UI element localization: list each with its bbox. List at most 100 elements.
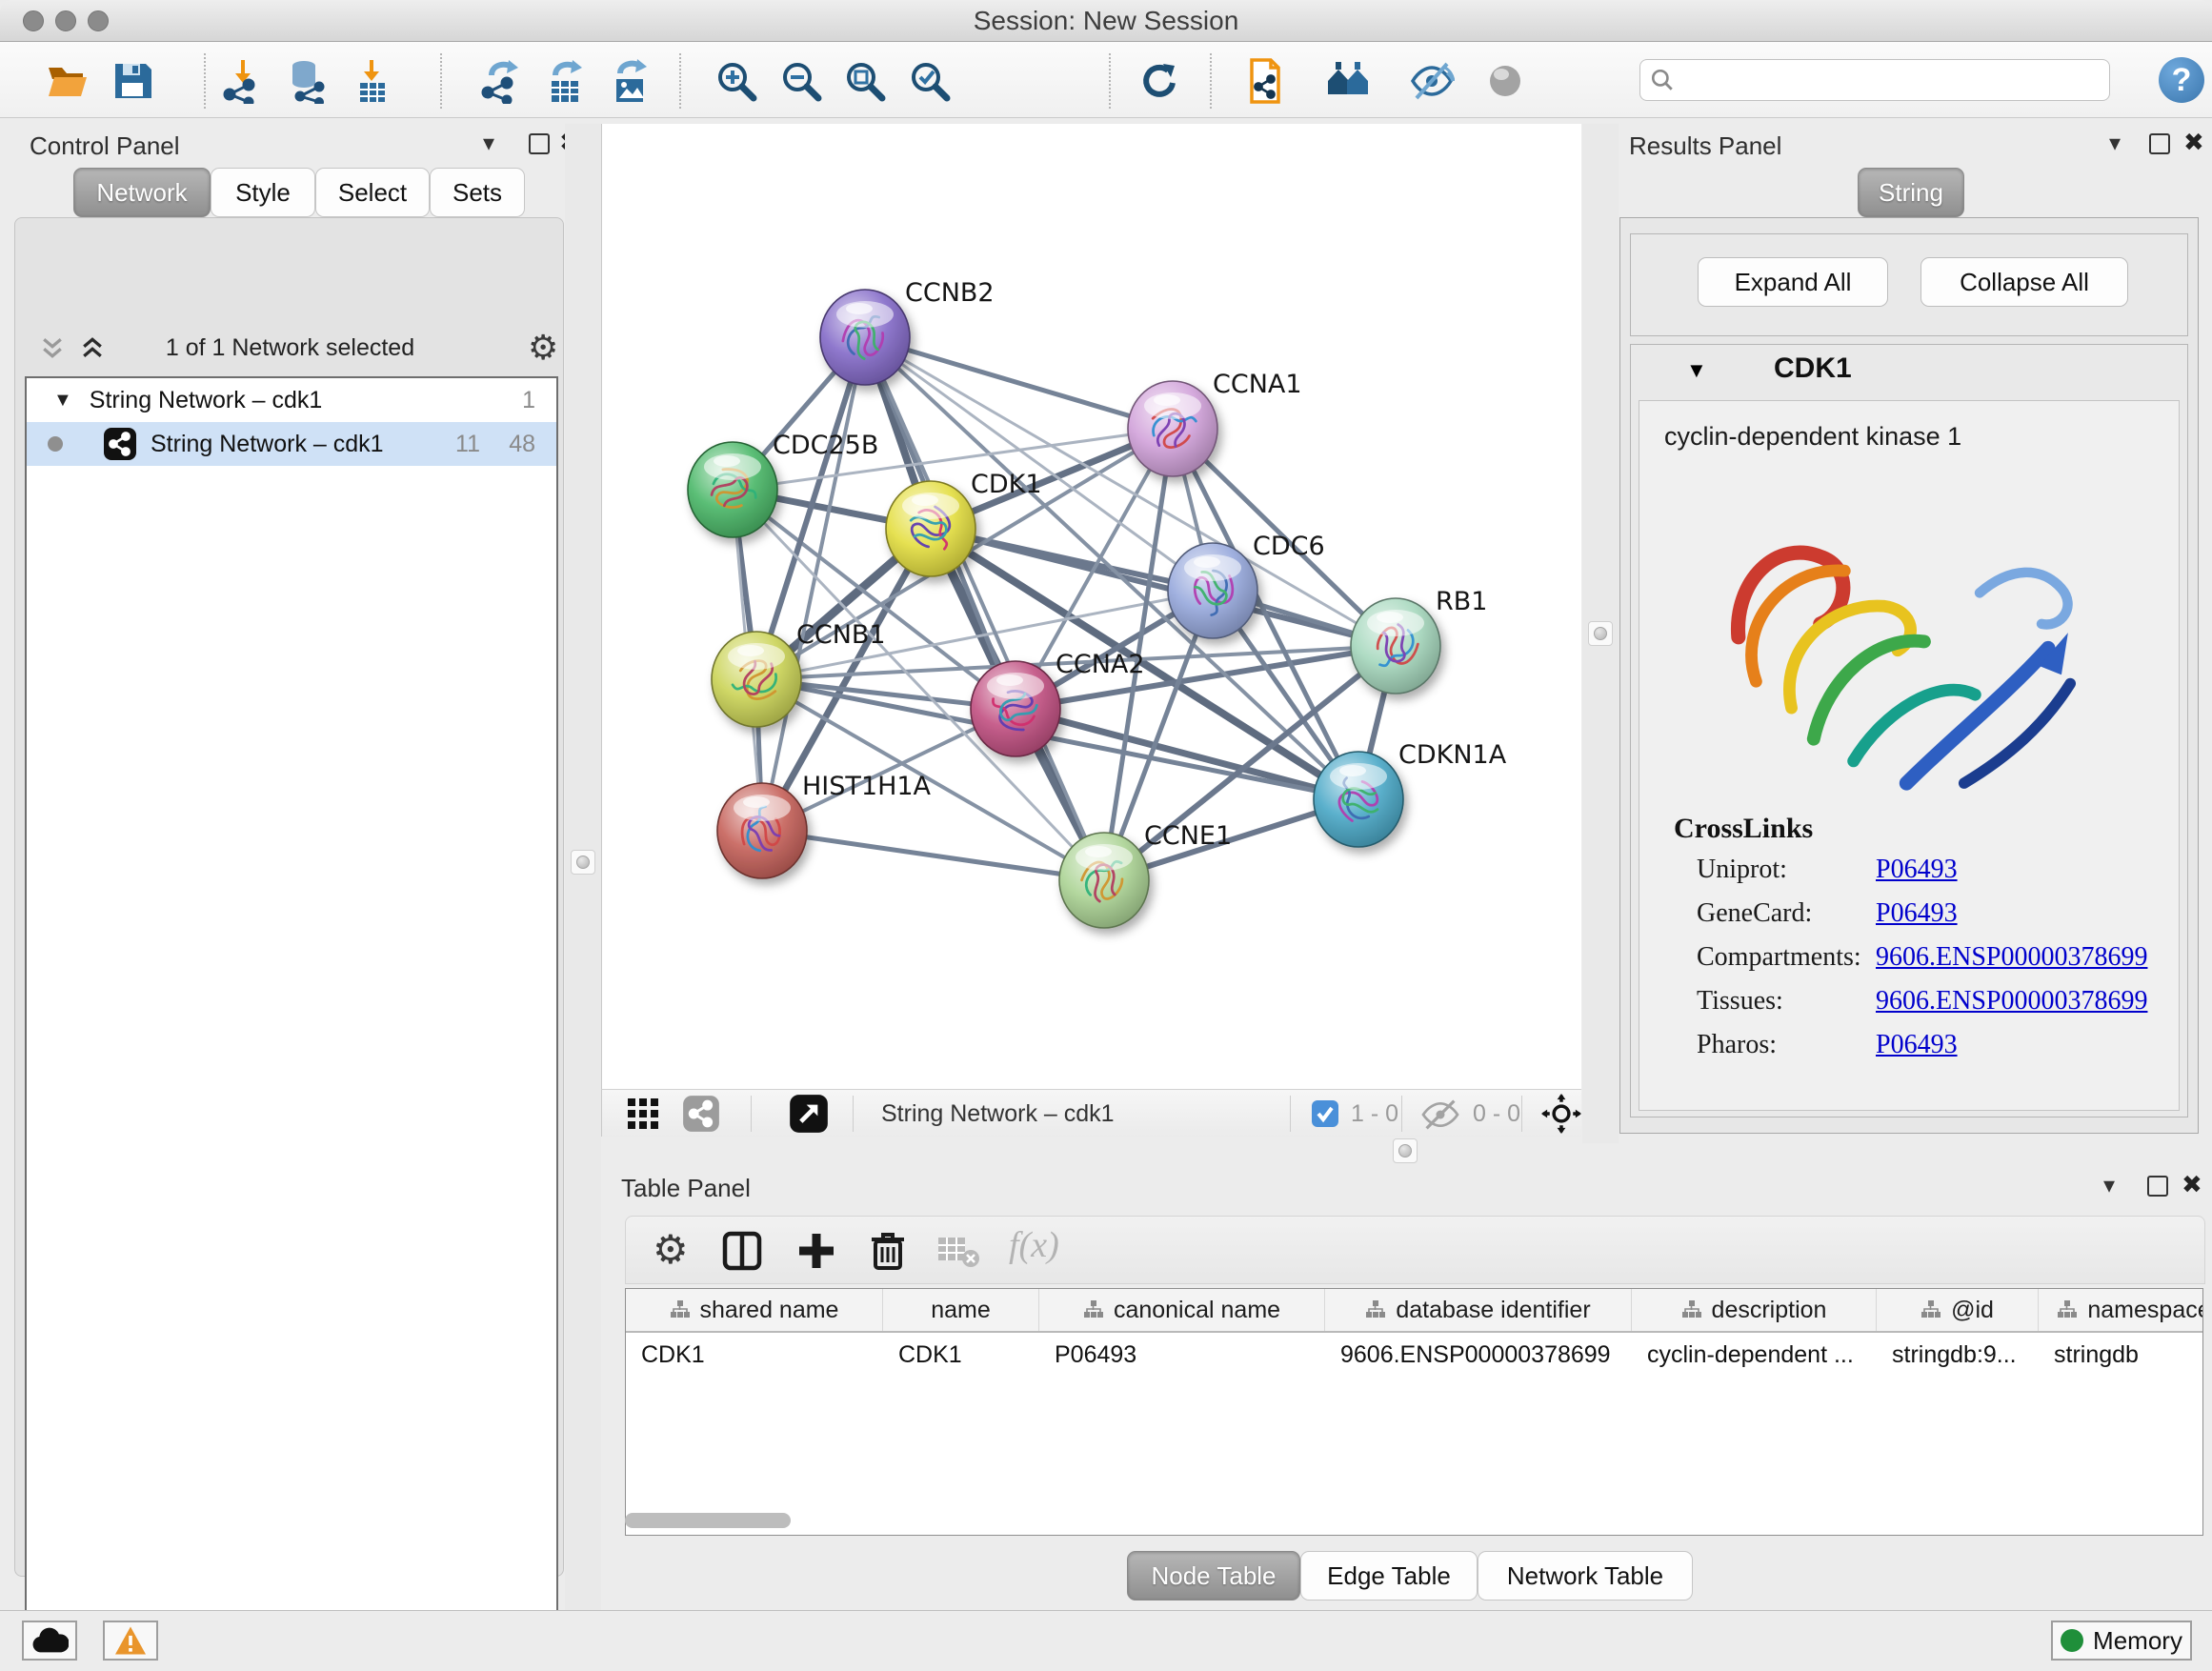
right-splitter[interactable]: [1582, 124, 1619, 1143]
splitter-handle[interactable]: [571, 850, 595, 875]
memory-label: Memory: [2093, 1626, 2182, 1656]
refresh-layout-icon[interactable]: [1136, 58, 1182, 104]
show-eye-icon[interactable]: [1482, 58, 1528, 104]
tree-expander-icon[interactable]: ▼: [53, 390, 72, 412]
collapse-panel-icon[interactable]: ▾: [2103, 1172, 2115, 1198]
memory-button[interactable]: Memory: [2051, 1621, 2192, 1661]
selected-checkbox-icon[interactable]: [1311, 1099, 1339, 1128]
open-session-icon[interactable]: [45, 58, 90, 104]
zoom-in-icon[interactable]: [714, 58, 759, 104]
import-network-file-icon[interactable]: [220, 58, 266, 104]
open-view-arrow-icon[interactable]: [789, 1094, 829, 1134]
expand-all-button[interactable]: Expand All: [1698, 257, 1888, 307]
cloud-status-button[interactable]: [22, 1621, 77, 1661]
tab-node-table[interactable]: Node Table: [1127, 1551, 1300, 1601]
function-builder-icon[interactable]: f(x): [1009, 1224, 1059, 1266]
close-panel-icon[interactable]: ✖: [2182, 1171, 2202, 1199]
table-toolbar: ⚙ f(x): [625, 1216, 2205, 1284]
share-document-icon[interactable]: [1244, 58, 1290, 104]
float-panel-icon[interactable]: [2149, 133, 2170, 154]
minimize-window-button[interactable]: [55, 10, 76, 31]
close-panel-icon[interactable]: ✖: [2183, 129, 2204, 157]
tab-select[interactable]: Select: [315, 168, 430, 217]
left-splitter[interactable]: [565, 124, 601, 1610]
network-share-badge-icon[interactable]: [682, 1095, 720, 1133]
crosslink-link[interactable]: 9606.ENSP00000378699: [1876, 942, 2147, 973]
hidden-eye-icon[interactable]: [1419, 1097, 1461, 1132]
crosslink-link[interactable]: P06493: [1876, 855, 1958, 885]
node-table[interactable]: shared name name canonical name database…: [625, 1288, 2203, 1536]
crosslink-link[interactable]: 9606.ENSP00000378699: [1876, 986, 2147, 1017]
network-node-cdc6[interactable]: [1168, 543, 1257, 638]
zoom-selected-icon[interactable]: [907, 58, 953, 104]
section-expander-icon[interactable]: ▼: [1686, 358, 1707, 383]
network-row[interactable]: String Network – cdk1 11 48: [27, 422, 556, 466]
table-row[interactable]: CDK1 CDK1 P06493 9606.ENSP00000378699 cy…: [626, 1333, 2202, 1377]
export-table-icon[interactable]: [542, 58, 588, 104]
home-networks-icon[interactable]: [1326, 58, 1372, 104]
network-node-ccnb2[interactable]: [820, 290, 910, 385]
table-options-gear-icon[interactable]: ⚙: [653, 1226, 689, 1273]
tab-style[interactable]: Style: [211, 168, 315, 217]
tab-network-table[interactable]: Network Table: [1478, 1551, 1693, 1601]
network-options-gear-icon[interactable]: ⚙: [528, 329, 558, 368]
cdk1-result-section: ▼ CDK1 cyclin-dependent kinase 1: [1630, 344, 2188, 1117]
network-canvas[interactable]: CCNB2CCNA1CDC25BCDK1CDC6RB1CCNB1CCNA2CDK…: [601, 124, 1581, 1089]
network-node-ccna1[interactable]: [1128, 381, 1217, 476]
toolbar-separator: [1109, 53, 1111, 109]
export-image-icon[interactable]: [607, 58, 653, 104]
create-column-plus-icon[interactable]: [795, 1230, 837, 1272]
close-window-button[interactable]: [23, 10, 44, 31]
network-node-cdkn1a[interactable]: [1314, 752, 1403, 847]
hide-panel-eye-icon[interactable]: [1409, 58, 1455, 104]
search-input[interactable]: [1675, 67, 2084, 93]
column-type-icon: [1681, 1299, 1702, 1320]
horizontal-splitter[interactable]: [601, 1137, 1581, 1166]
tab-network[interactable]: Network: [73, 168, 211, 217]
horizontal-scrollbar[interactable]: [625, 1513, 791, 1528]
edge-count: 48: [509, 431, 535, 458]
show-columns-icon[interactable]: [721, 1230, 763, 1272]
search-field[interactable]: [1639, 59, 2110, 101]
zoom-out-icon[interactable]: [778, 58, 824, 104]
fit-content-crosshair-icon[interactable]: [1541, 1094, 1581, 1134]
network-tab-content: 1 of 1 Network selected ⚙ ▼ String Netwo…: [14, 217, 564, 1577]
network-node-cdc25b[interactable]: [688, 442, 777, 537]
delete-table-icon[interactable]: [936, 1232, 980, 1270]
splitter-handle[interactable]: [1393, 1138, 1418, 1163]
import-table-file-icon[interactable]: [349, 58, 394, 104]
float-panel-icon[interactable]: [529, 133, 550, 154]
tab-string[interactable]: String: [1858, 168, 1964, 217]
float-panel-icon[interactable]: [2147, 1176, 2168, 1197]
splitter-handle[interactable]: [1588, 621, 1613, 646]
zoom-window-button[interactable]: [88, 10, 109, 31]
crosslink-link[interactable]: P06493: [1876, 898, 1958, 929]
network-node-rb1[interactable]: [1351, 598, 1440, 694]
network-edge[interactable]: [762, 337, 865, 831]
network-node-cdk1[interactable]: [886, 481, 975, 576]
network-collection-row[interactable]: ▼ String Network – cdk1 1: [27, 378, 556, 422]
collapse-panel-icon[interactable]: ▾: [483, 130, 494, 156]
network-node-ccna2[interactable]: [971, 661, 1060, 756]
export-network-icon[interactable]: [478, 58, 524, 104]
birdseye-grid-icon[interactable]: [627, 1097, 659, 1130]
collapse-panel-icon[interactable]: ▾: [2109, 130, 2121, 156]
network-edge[interactable]: [762, 831, 1104, 880]
tab-edge-table[interactable]: Edge Table: [1300, 1551, 1478, 1601]
zoom-fit-icon[interactable]: [842, 58, 888, 104]
import-network-database-icon[interactable]: [285, 58, 331, 104]
network-edge[interactable]: [931, 529, 1396, 646]
cdk1-details-box: cyclin-dependent kinase 1 CrossLinks U: [1639, 400, 2180, 1111]
help-icon[interactable]: ?: [2159, 57, 2204, 103]
crosslink-link[interactable]: P06493: [1876, 1030, 1958, 1060]
network-node-ccnb1[interactable]: [712, 632, 801, 727]
collapse-all-button[interactable]: Collapse All: [1920, 257, 2128, 307]
footer-separator: [751, 1096, 752, 1132]
main-toolbar: ?: [0, 42, 2212, 118]
warnings-button[interactable]: [103, 1621, 158, 1661]
network-node-hist1h1a[interactable]: [717, 783, 807, 878]
network-node-ccne1[interactable]: [1059, 833, 1149, 928]
tab-sets[interactable]: Sets: [430, 168, 525, 217]
save-session-icon[interactable]: [110, 58, 155, 104]
delete-column-trash-icon[interactable]: [868, 1230, 908, 1272]
